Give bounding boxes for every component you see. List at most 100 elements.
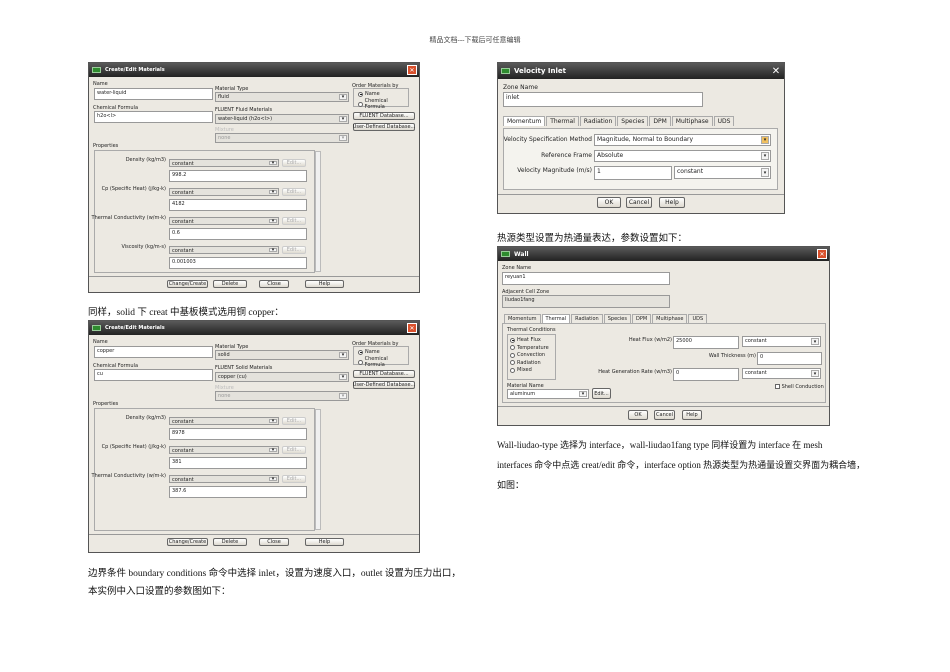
property-value-input[interactable]: 387.6 bbox=[169, 486, 307, 498]
property-method-select[interactable]: constant ▾ bbox=[169, 446, 279, 454]
ok-button[interactable]: OK bbox=[597, 197, 621, 208]
tab-momentum[interactable]: Momentum bbox=[504, 314, 541, 323]
tab-species[interactable]: Species bbox=[617, 116, 649, 126]
property-method-select[interactable]: constant ▾ bbox=[169, 159, 279, 167]
properties-panel bbox=[94, 150, 315, 273]
tab-dpm[interactable]: DPM bbox=[649, 116, 671, 126]
close-icon[interactable]: ✕ bbox=[770, 65, 782, 77]
property-value-input[interactable]: 998.2 bbox=[169, 170, 307, 182]
tab-uds[interactable]: UDS bbox=[713, 116, 735, 126]
tab-multiphase[interactable]: Multiphase bbox=[671, 116, 713, 126]
user-defined-database-button[interactable]: User-Defined Database... bbox=[353, 381, 415, 389]
chevron-down-icon: ▾ bbox=[339, 374, 347, 380]
zone-name-input[interactable]: reyuan1 bbox=[502, 272, 670, 285]
velocity-magnitude-method-select[interactable]: constant ▾ bbox=[674, 166, 771, 179]
help-button[interactable]: Help bbox=[682, 410, 702, 420]
heat-flux-method-select[interactable]: constant ▾ bbox=[742, 336, 821, 347]
material-type-select[interactable]: fluid ▾ bbox=[215, 92, 349, 102]
zone-name-input[interactable]: inlet bbox=[503, 92, 703, 107]
property-edit-button[interactable]: Edit... bbox=[282, 417, 306, 425]
selected-value: copper (cu) bbox=[218, 374, 247, 380]
name-input[interactable]: copper bbox=[94, 346, 213, 358]
user-defined-database-button[interactable]: User-Defined Database... bbox=[353, 123, 415, 131]
property-edit-button[interactable]: Edit... bbox=[282, 188, 306, 196]
property-value-input[interactable]: 4182 bbox=[169, 199, 307, 211]
heat-generation-input[interactable]: 0 bbox=[673, 368, 739, 381]
close-icon[interactable]: ✕ bbox=[407, 323, 417, 333]
chevron-down-icon: ▾ bbox=[811, 338, 819, 345]
help-button[interactable]: Help bbox=[659, 197, 685, 208]
material-name-select[interactable]: aluminum ▾ bbox=[507, 389, 589, 399]
tab-radiation[interactable]: Radiation bbox=[579, 116, 617, 126]
close-button[interactable]: Close bbox=[259, 280, 289, 288]
tab-radiation[interactable]: Radiation bbox=[571, 314, 603, 323]
reference-frame-select[interactable]: Absolute ▾ bbox=[594, 150, 771, 162]
property-edit-button[interactable]: Edit... bbox=[282, 159, 306, 167]
property-value-input[interactable]: 0.6 bbox=[169, 228, 307, 240]
tab-dpm[interactable]: DPM bbox=[631, 314, 652, 323]
chemical-formula-input[interactable]: cu bbox=[94, 369, 213, 381]
chemical-formula-input[interactable]: h2o<l> bbox=[94, 111, 213, 123]
properties-scrollbar[interactable] bbox=[315, 151, 321, 272]
radio-convection[interactable]: Convection bbox=[510, 352, 553, 358]
tab-bar: Momentum Thermal Radiation Species DPM Multip… bbox=[503, 116, 735, 126]
property-method-select[interactable]: constant ▾ bbox=[169, 475, 279, 483]
property-value-input[interactable]: 381 bbox=[169, 457, 307, 469]
tab-thermal[interactable]: Thermal bbox=[546, 116, 579, 126]
chevron-down-icon: ▾ bbox=[269, 447, 277, 453]
change-create-button[interactable]: Change/Create bbox=[167, 280, 208, 288]
name-input[interactable]: water-liquid bbox=[94, 88, 213, 100]
close-icon[interactable]: ✕ bbox=[817, 249, 827, 259]
velocity-spec-select[interactable]: Magnitude, Normal to Boundary ▾ bbox=[594, 134, 771, 146]
heat-flux-input[interactable]: 25000 bbox=[673, 336, 739, 349]
help-button[interactable]: Help bbox=[305, 538, 344, 546]
delete-button[interactable]: Delete bbox=[213, 538, 247, 546]
properties-panel bbox=[94, 408, 315, 531]
wall-thickness-input[interactable]: 0 bbox=[757, 352, 822, 365]
fluent-materials-select[interactable]: copper (cu) ▾ bbox=[215, 372, 349, 382]
close-icon[interactable]: ✕ bbox=[407, 65, 417, 75]
fluent-database-button[interactable]: FLUENT Database... bbox=[353, 112, 415, 120]
paragraph-interface-2: interfaces 命令中点选 creat/edit 命令，interface… bbox=[497, 460, 866, 470]
change-create-button[interactable]: Change/Create bbox=[167, 538, 208, 546]
radio-heat-flux[interactable]: Heat Flux bbox=[510, 337, 553, 343]
help-button[interactable]: Help bbox=[305, 280, 344, 288]
velocity-magnitude-input[interactable]: 1 bbox=[594, 166, 672, 180]
tab-multiphase[interactable]: Multiphase bbox=[652, 314, 688, 323]
property-edit-button[interactable]: Edit... bbox=[282, 475, 306, 483]
radio-order-name[interactable]: Name bbox=[358, 91, 404, 97]
shell-conduction-checkbox[interactable]: Shell Conduction bbox=[775, 384, 824, 390]
tab-momentum[interactable]: Momentum bbox=[503, 116, 546, 126]
radio-mixed[interactable]: Mixed bbox=[510, 367, 553, 373]
property-value-input[interactable]: 0.001003 bbox=[169, 257, 307, 269]
radio-order-name[interactable]: Name bbox=[358, 349, 404, 355]
property-edit-button[interactable]: Edit... bbox=[282, 217, 306, 225]
radio-temperature[interactable]: Temperature bbox=[510, 345, 553, 351]
tab-thermal[interactable]: Thermal bbox=[541, 314, 571, 323]
delete-button[interactable]: Delete bbox=[213, 280, 247, 288]
fluent-materials-select[interactable]: water-liquid (h2o<l>) ▾ bbox=[215, 114, 349, 124]
radio-order-formula[interactable]: Chemical Formula bbox=[358, 98, 404, 110]
material-edit-button[interactable]: Edit... bbox=[592, 388, 611, 399]
property-method-select[interactable]: constant ▾ bbox=[169, 188, 279, 196]
heat-generation-method-select[interactable]: constant ▾ bbox=[742, 368, 821, 379]
fluent-database-button[interactable]: FLUENT Database... bbox=[353, 370, 415, 378]
property-value-input[interactable]: 8978 bbox=[169, 428, 307, 440]
property-method-select[interactable]: constant ▾ bbox=[169, 217, 279, 225]
tab-species[interactable]: Species bbox=[603, 314, 631, 323]
material-type-select[interactable]: solid ▾ bbox=[215, 350, 349, 360]
tab-uds[interactable]: UDS bbox=[688, 314, 708, 323]
property-method-select[interactable]: constant ▾ bbox=[169, 246, 279, 254]
selected-value: none bbox=[218, 393, 231, 399]
close-button[interactable]: Close bbox=[259, 538, 289, 546]
properties-scrollbar[interactable] bbox=[315, 409, 321, 530]
radio-order-formula[interactable]: Chemical Formula bbox=[358, 356, 404, 368]
property-method-select[interactable]: constant ▾ bbox=[169, 417, 279, 425]
property-edit-button[interactable]: Edit... bbox=[282, 446, 306, 454]
ok-button[interactable]: OK bbox=[628, 410, 648, 420]
cancel-button[interactable]: Cancel bbox=[626, 197, 652, 208]
property-edit-button[interactable]: Edit... bbox=[282, 246, 306, 254]
cancel-button[interactable]: Cancel bbox=[654, 410, 675, 420]
property-label: Viscosity (kg/m-s) bbox=[121, 244, 166, 250]
radio-radiation[interactable]: Radiation bbox=[510, 360, 553, 366]
